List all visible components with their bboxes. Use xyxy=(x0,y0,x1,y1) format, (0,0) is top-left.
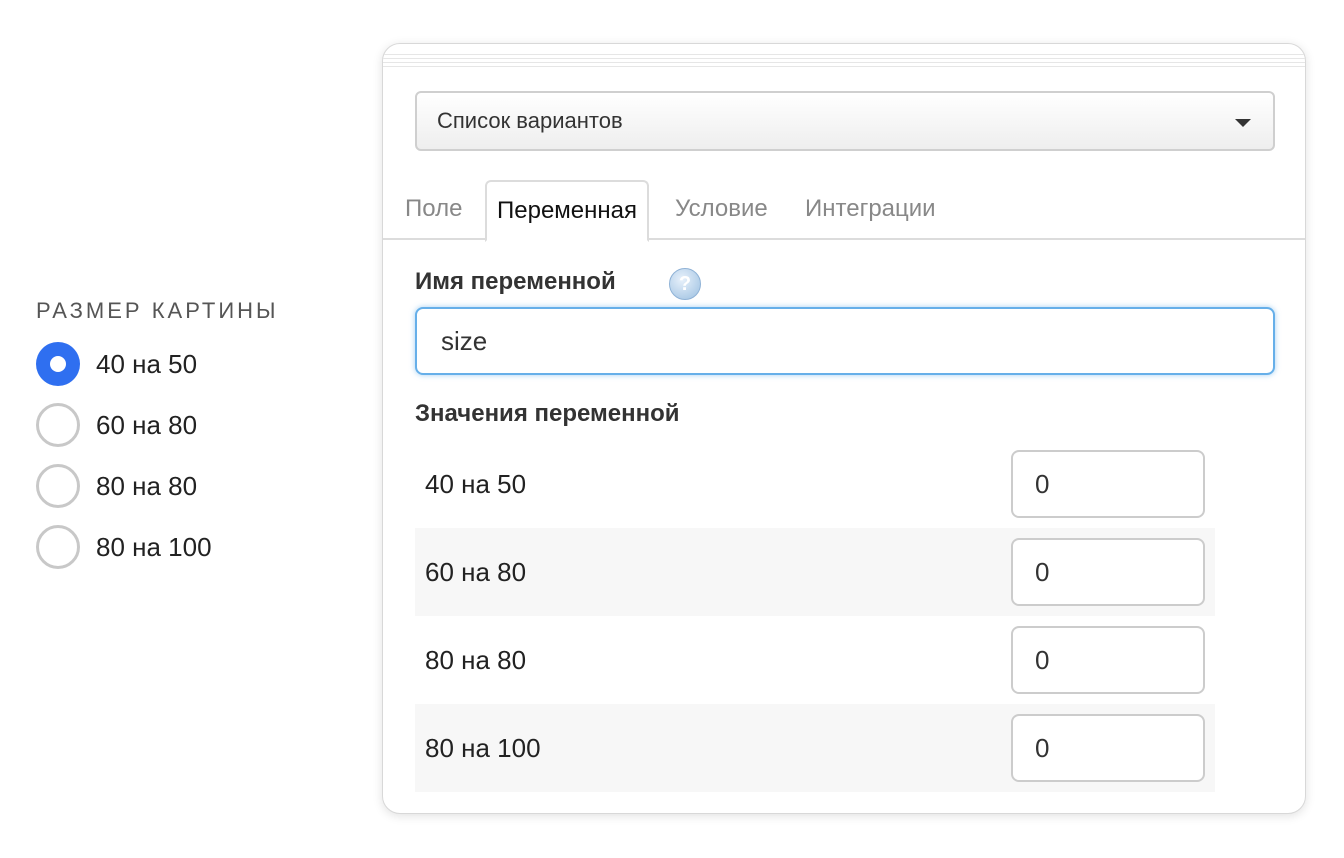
radio-option-label: 60 на 80 xyxy=(96,409,198,440)
value-row: 80 на 100 xyxy=(415,704,1215,792)
field-type-select[interactable]: Список вариантов xyxy=(415,91,1275,151)
radio-unchecked-icon[interactable] xyxy=(36,525,80,569)
radio-unchecked-icon[interactable] xyxy=(36,403,80,447)
tab-field[interactable]: Поле xyxy=(395,180,472,240)
radio-option-80x100[interactable]: 80 на 100 xyxy=(36,525,356,569)
tab-integrations[interactable]: Интеграции xyxy=(795,180,946,240)
preview-title: РАЗМЕР КАРТИНЫ xyxy=(36,298,279,323)
value-row: 60 на 80 xyxy=(415,528,1215,616)
field-preview: РАЗМЕР КАРТИНЫ 40 на 50 60 на 80 80 на 8… xyxy=(36,296,356,569)
field-type-selected-value: Список вариантов xyxy=(437,108,623,133)
radio-option-60x80[interactable]: 60 на 80 xyxy=(36,403,356,447)
radio-option-label: 40 на 50 xyxy=(96,348,198,379)
value-row: 40 на 50 xyxy=(415,440,1215,528)
value-input[interactable] xyxy=(1011,450,1205,518)
value-option-label: 40 на 50 xyxy=(425,468,527,499)
caret-down-icon xyxy=(1235,119,1251,127)
radio-option-label: 80 на 80 xyxy=(96,470,198,501)
value-input[interactable] xyxy=(1011,538,1205,606)
radio-option-label: 80 на 100 xyxy=(96,531,212,562)
radio-option-80x80[interactable]: 80 на 80 xyxy=(36,464,356,508)
variable-name-label: Имя переменной xyxy=(415,268,616,295)
value-option-label: 80 на 80 xyxy=(425,644,527,675)
question-icon[interactable]: ? xyxy=(669,268,701,300)
settings-tabs: Поле Переменная Условие Интеграции xyxy=(383,180,1305,242)
radio-unchecked-icon[interactable] xyxy=(36,464,80,508)
value-input[interactable] xyxy=(1011,626,1205,694)
variable-values-label: Значения переменной xyxy=(415,400,680,427)
tab-condition[interactable]: Условие xyxy=(665,180,778,240)
value-option-label: 60 на 80 xyxy=(425,556,527,587)
variable-values-table: 40 на 50 60 на 80 80 на 80 80 на 100 xyxy=(415,440,1215,792)
tab-variable[interactable]: Переменная xyxy=(485,180,649,242)
radio-checked-icon[interactable] xyxy=(36,342,80,386)
variable-name-input[interactable] xyxy=(415,307,1275,375)
value-row: 80 на 80 xyxy=(415,616,1215,704)
radio-option-40x50[interactable]: 40 на 50 xyxy=(36,342,356,386)
value-input[interactable] xyxy=(1011,714,1205,782)
panel-drag-handle[interactable] xyxy=(383,54,1305,68)
value-option-label: 80 на 100 xyxy=(425,732,541,763)
field-settings-panel: Список вариантов Поле Переменная Условие… xyxy=(382,43,1306,814)
